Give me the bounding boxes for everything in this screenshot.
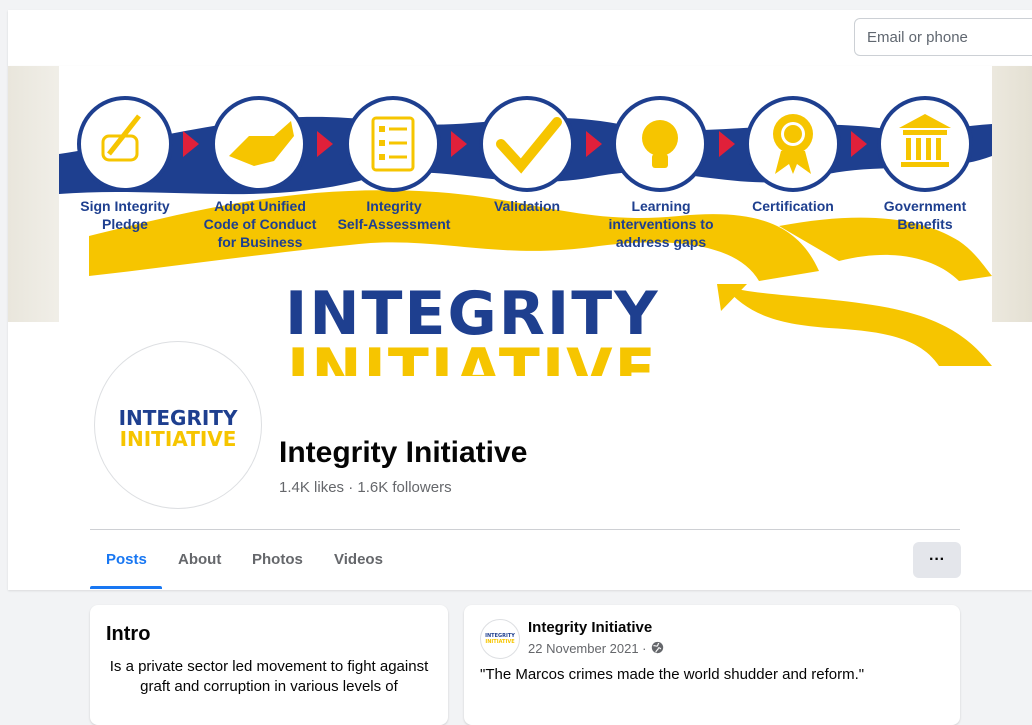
step-label-7: Government Benefits	[883, 198, 967, 232]
intro-text: Is a private sector led movement to figh…	[109, 658, 429, 695]
globe-icon	[651, 641, 664, 654]
page-title: Integrity Initiative	[279, 436, 528, 469]
page-stats[interactable]: 1.4K likes · 1.6K followers	[279, 479, 452, 496]
pen-hand-icon	[77, 96, 173, 192]
step-label-2: Adopt Unified Code of Conduct for Busine…	[203, 198, 317, 250]
avatar[interactable]: INTEGRITY INITIATIVE	[94, 341, 262, 509]
step-label-6: Certification	[752, 198, 834, 214]
step-label-1: Sign Integrity Pledge	[80, 198, 170, 232]
profile-header: Sign Integrity Pledge Adopt Unified Code…	[8, 66, 1032, 590]
step-label-5: Learning interventions to address gaps	[608, 198, 714, 250]
intro-card: Intro Is a private sector led movement t…	[90, 605, 448, 725]
email-or-phone-input[interactable]	[854, 18, 1032, 56]
step-label-3: Integrity Self-Assessment	[337, 198, 451, 232]
header-divider	[90, 529, 960, 530]
post-text: "The Marcos crimes made the world shudde…	[480, 666, 865, 683]
government-building-icon	[877, 96, 973, 192]
top-bar	[8, 10, 1032, 66]
active-tab-indicator	[90, 586, 162, 589]
checklist-icon	[345, 96, 441, 192]
medal-icon	[745, 96, 841, 192]
post-avatar-logo-initiative: INITIATIVE	[485, 639, 515, 645]
cover-logo-integrity: INTEGRITY	[285, 279, 660, 349]
handshake-icon	[211, 96, 307, 192]
intro-title: Intro	[106, 623, 151, 645]
tab-photos[interactable]: Photos	[252, 551, 303, 568]
post-card: INTEGRITY INITIATIVE Integrity Initiativ…	[464, 605, 960, 725]
cover-photo[interactable]: Sign Integrity Pledge Adopt Unified Code…	[59, 66, 992, 376]
tab-videos[interactable]: Videos	[334, 551, 383, 568]
tab-posts[interactable]: Posts	[106, 551, 147, 568]
step-label-4: Validation	[493, 198, 561, 214]
lightbulb-icon	[612, 96, 708, 192]
avatar-logo-integrity: INTEGRITY	[118, 406, 238, 430]
post-date[interactable]: 22 November 2021 ·	[528, 641, 647, 656]
tab-about[interactable]: About	[178, 551, 221, 568]
cover-logo-initiative: INITIATIVE	[287, 336, 658, 376]
post-author-name[interactable]: Integrity Initiative	[528, 619, 652, 636]
gold-ribbon-right	[724, 286, 992, 366]
more-options-button[interactable]: ···	[913, 542, 961, 578]
post-author-avatar[interactable]: INTEGRITY INITIATIVE	[480, 619, 520, 659]
avatar-logo-initiative: INITIATIVE	[119, 427, 237, 451]
checkmark-icon	[479, 96, 575, 192]
